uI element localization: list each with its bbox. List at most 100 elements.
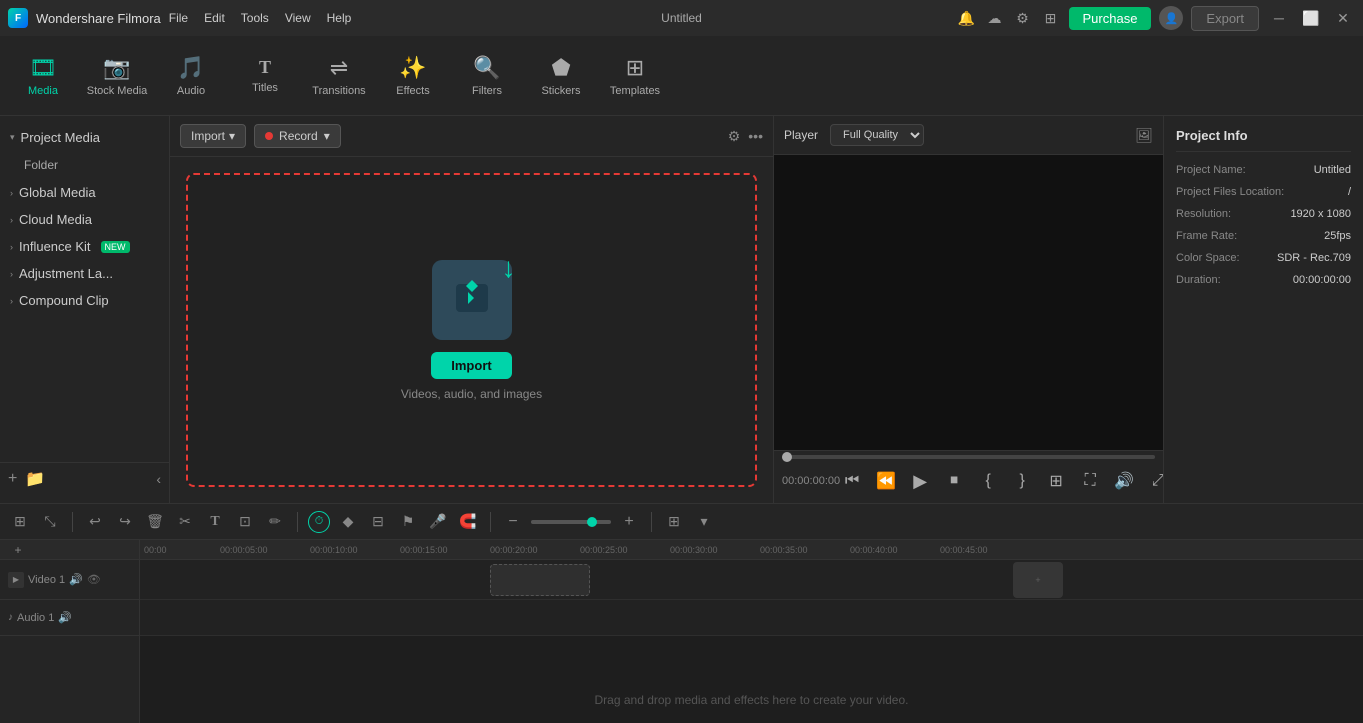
sidebar-item-adjustment[interactable]: › Adjustment La... [0,260,169,287]
ghost-clip [490,564,590,596]
progress-handle[interactable] [782,452,792,462]
titles-icon: T [259,57,271,78]
tool-audio[interactable]: 🎵 Audio [156,41,226,111]
maximize-button[interactable]: ⬜ [1299,6,1323,30]
add-video-track-button[interactable]: + [8,540,28,560]
sidebar-item-influence-kit[interactable]: › Influence Kit NEW [0,233,169,260]
undo-button[interactable]: ↩ [83,510,107,534]
snap-button[interactable]: 🧲 [456,510,480,534]
scene-view-button[interactable]: ⊞ [8,510,32,534]
import-media-button[interactable]: Import [431,352,511,379]
apps-icon[interactable]: ⊞ [1041,8,1061,28]
sidebar: ▾ Project Media Folder › Global Media › … [0,116,170,503]
zoom-out-button[interactable]: − [501,510,525,534]
purchase-button[interactable]: Purchase [1069,7,1152,30]
record-dropdown[interactable]: Record ▾ [254,124,341,148]
tool-stickers[interactable]: ⬟ Stickers [526,41,596,111]
stop-button[interactable]: ⏹ [942,469,966,493]
video1-eye-icon[interactable]: 👁 [87,573,101,586]
audio1-track-label: ♪ Audio 1 🔊 [0,600,139,636]
media-panel: Import ▾ Record ▾ ⚙ ••• ↓ [170,116,773,503]
edit-button[interactable]: ✏ [263,510,287,534]
info-panel-title: Project Info [1176,128,1351,152]
tool-media[interactable]: 🎞 Media [8,41,78,111]
menu-edit[interactable]: Edit [204,11,225,25]
import-chevron-icon: ▾ [229,129,235,143]
zoom-in-button[interactable]: + [617,510,641,534]
sidebar-item-folder[interactable]: Folder [0,151,169,179]
crop-button[interactable]: ⊡ [233,510,257,534]
add-folder-icon[interactable]: + [8,470,17,488]
tool-transitions[interactable]: ⇌ Transitions [304,41,374,111]
more-options-button[interactable]: ▾ [692,510,716,534]
duration-value: 00:00:00:00 [1293,274,1351,286]
ruler-mark-9: 00:00:45:00 [940,545,988,555]
filter-icon[interactable]: ⚙ [728,128,741,145]
volume-button[interactable]: 🔊 [1112,469,1136,493]
grid-view-button[interactable]: ⊞ [662,510,686,534]
settings-icon[interactable]: ⚙ [1013,8,1033,28]
mark-in-button[interactable]: { [976,469,1000,493]
mark-out-button[interactable]: } [1010,469,1034,493]
player-tab[interactable]: Player [784,128,818,142]
audio1-volume-icon[interactable]: 🔊 [58,611,72,624]
split-button[interactable]: ⊞ [1044,469,1068,493]
text-button[interactable]: T [203,510,227,534]
tool-titles[interactable]: T Titles [230,41,300,111]
progress-bar[interactable] [782,455,1155,459]
cut-button[interactable]: ✂ [173,510,197,534]
import-dropdown[interactable]: Import ▾ [180,124,246,148]
timeline-ruler[interactable]: 00:00 00:00:05:00 00:00:10:00 00:00:15:0… [140,540,1363,560]
menu-file[interactable]: File [169,11,188,25]
sidebar-item-global-media[interactable]: › Global Media [0,179,169,206]
fullscreen-button[interactable]: ⛶ [1078,469,1102,493]
record-dot-icon [265,132,273,140]
sidebar-item-cloud-media[interactable]: › Cloud Media [0,206,169,233]
tool-stock-media[interactable]: 📷 Stock Media [82,41,152,111]
media-drop-area[interactable]: ↓ Import Videos, audio, and images [186,173,757,487]
tool-effects[interactable]: ✨ Effects [378,41,448,111]
menu-tools[interactable]: Tools [241,11,269,25]
select-tool-button[interactable]: ⤡ [38,510,62,534]
cloud-icon[interactable]: ☁ [985,8,1005,28]
project-media-header[interactable]: ▾ Project Media [0,124,169,151]
transitions-icon: ⇌ [330,55,348,81]
marker-button[interactable]: ⚑ [396,510,420,534]
step-back-button[interactable]: ⏪ [874,469,898,493]
video1-track-label: ▶ Video 1 🔊 👁 [0,560,139,600]
notifications-icon[interactable]: 🔔 [957,8,977,28]
speed-button[interactable]: ⏱ [308,511,330,533]
collapse-sidebar-icon[interactable]: ‹ [156,471,161,487]
keyframe-button[interactable]: ◆ [336,510,360,534]
image-preview-icon[interactable]: 🖼 [1135,127,1153,144]
menu-help[interactable]: Help [327,11,352,25]
close-button[interactable]: ✕ [1331,6,1355,30]
tool-transitions-label: Transitions [312,85,365,97]
video1-volume-icon[interactable]: 🔊 [69,573,83,586]
compound-clip-label: Compound Clip [19,293,109,308]
resolution-label: Resolution: [1176,208,1231,220]
minimize-button[interactable]: ─ [1267,6,1291,30]
folder-icon[interactable]: 📁 [25,469,45,489]
project-name-value: Untitled [1314,164,1351,176]
redo-button[interactable]: ↪ [113,510,137,534]
record-audio-button[interactable]: 🎤 [426,510,450,534]
tool-filters[interactable]: 🔍 Filters [452,41,522,111]
tool-templates[interactable]: ⊞ Templates [600,41,670,111]
sidebar-item-compound-clip[interactable]: › Compound Clip [0,287,169,314]
delete-button[interactable]: 🗑 [143,510,167,534]
audio1-icons: 🔊 [58,611,72,624]
profile-avatar[interactable]: 👤 [1159,6,1183,30]
quality-select[interactable]: Full Quality [830,124,924,146]
audio1-label-text: Audio 1 [17,612,54,624]
play-button[interactable]: ▶ [908,469,932,493]
skip-back-button[interactable]: ⏮ [840,469,864,493]
zoom-slider[interactable] [531,520,611,524]
video1-icons: 🔊 👁 [69,573,101,586]
video1-track[interactable]: + [140,560,1363,600]
audio1-track[interactable] [140,600,1363,636]
split-button2[interactable]: ⊟ [366,510,390,534]
export-button[interactable]: Export [1191,6,1259,31]
more-icon[interactable]: ••• [748,128,763,144]
menu-view[interactable]: View [285,11,311,25]
